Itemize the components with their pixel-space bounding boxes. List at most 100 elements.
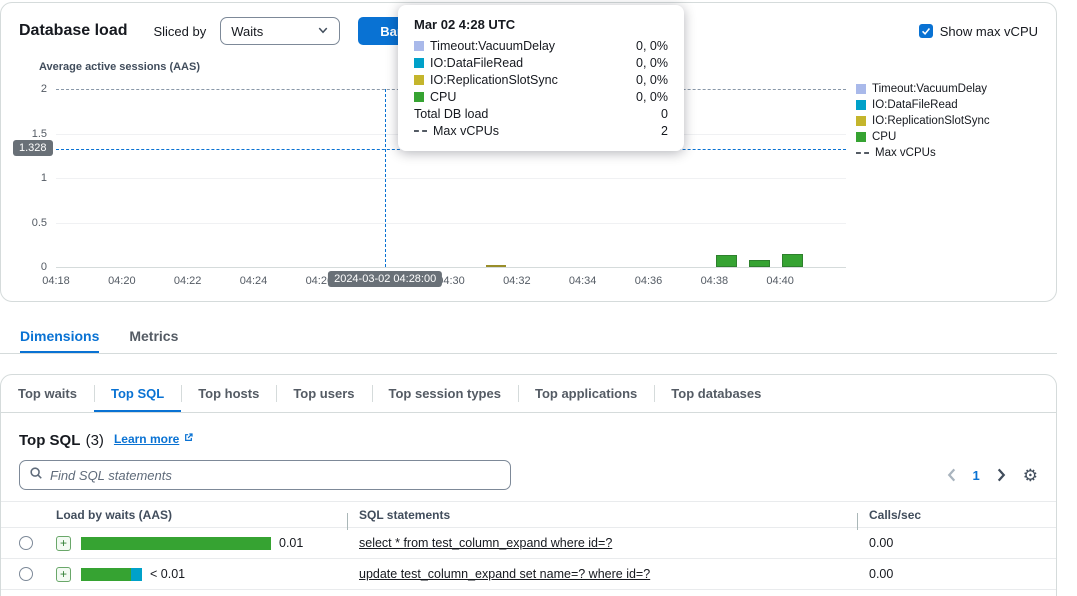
sql-search[interactable] (19, 460, 511, 490)
tab-top-session-types[interactable]: Top session types (371, 375, 518, 412)
expand-row-button[interactable]: + (56, 535, 71, 551)
x-axis-tick: 04:22 (173, 275, 202, 287)
load-bar-segment (131, 567, 142, 581)
legend-label: IO:ReplicationSlotSync (872, 115, 990, 127)
chart-bar[interactable] (716, 255, 737, 267)
sql-statement-link[interactable]: update test_column_expand set name=? whe… (359, 567, 650, 581)
tooltip-label: Total DB load (414, 107, 489, 121)
legend-swatch (856, 84, 866, 94)
load-bar-segment (81, 536, 271, 550)
next-page-button[interactable] (997, 468, 1006, 482)
top-sql-title: Top SQL (19, 432, 81, 449)
load-cell: +0.01 (39, 535, 347, 551)
sliced-by-value: Waits (231, 23, 264, 39)
legend-item[interactable]: Timeout:VacuumDelay (856, 83, 990, 95)
row-select-radio[interactable] (19, 536, 33, 550)
tab-top-databases[interactable]: Top databases (654, 375, 778, 412)
y-axis-tick: 1 (40, 172, 47, 184)
sql-cell: update test_column_expand set name=? whe… (347, 567, 857, 581)
tooltip-swatch (414, 92, 424, 102)
x-axis-tick: 04:40 (766, 275, 794, 287)
tooltip-label: IO:ReplicationSlotSync (430, 73, 558, 87)
column-header-load: Load by waits (AAS) (56, 507, 173, 522)
tab-dimensions[interactable]: Dimensions (20, 328, 99, 353)
gridline (56, 222, 846, 224)
current-page[interactable]: 1 (973, 468, 980, 483)
tooltip-value: 0, 0% (636, 73, 668, 87)
tooltip-swatch (414, 41, 424, 51)
tooltip-row: Total DB load 0 (414, 107, 668, 121)
tooltip-value: 2 (661, 124, 668, 138)
tooltip-row: CPU 0, 0% (414, 90, 668, 104)
legend-label: Timeout:VacuumDelay (872, 83, 988, 95)
tooltip-row: Max vCPUs 2 (414, 124, 668, 138)
column-header-calls: Calls/sec (857, 508, 1056, 530)
external-link-icon (183, 432, 194, 446)
tab-top-waits[interactable]: Top waits (1, 375, 94, 412)
expand-row-button[interactable]: + (56, 566, 71, 582)
chart-bar[interactable] (749, 259, 770, 267)
tab-top-applications[interactable]: Top applications (517, 375, 654, 412)
sql-cell: select * from test_column_expand where i… (347, 536, 857, 550)
load-bar-segment (81, 567, 131, 581)
tooltip-label: Timeout:VacuumDelay (430, 39, 556, 53)
calls-value: 0.00 (869, 536, 894, 550)
tooltip-label: CPU (430, 90, 457, 104)
tab-metrics[interactable]: Metrics (129, 328, 178, 353)
tooltip-title: Mar 02 4:28 UTC (414, 17, 516, 32)
y-axis-tick: 1.5 (31, 127, 47, 140)
legend-item[interactable]: CPU (856, 131, 990, 143)
chart-legend: Timeout:VacuumDelay IO:DataFileRead IO:Rep… (856, 83, 990, 163)
y-axis-tick: 0.5 (31, 216, 47, 229)
dimensions-panel: Top waits Top SQL Top hosts Top users Top se… (0, 374, 1057, 596)
legend-swatch (856, 100, 866, 110)
load-bar (81, 536, 271, 550)
show-max-vcpu-checkbox[interactable]: Show max vCPU (918, 24, 1038, 39)
tab-top-users[interactable]: Top users (276, 375, 371, 412)
calls-value: 0.00 (869, 567, 894, 581)
panel-title: Database load (19, 22, 128, 39)
legend-item[interactable]: Max vCPUs (856, 147, 990, 159)
x-axis-tick: 04:20 (108, 275, 136, 287)
gridline (56, 178, 846, 179)
column-header-sql: SQL statements (347, 508, 857, 530)
previous-page-button[interactable] (947, 468, 956, 482)
tab-top-hosts[interactable]: Top hosts (181, 375, 276, 412)
checkbox-checked-icon (918, 24, 933, 38)
legend-item[interactable]: IO:ReplicationSlotSync (856, 115, 990, 127)
chart-bar[interactable] (485, 265, 507, 268)
load-value: < 0.01 (150, 567, 186, 581)
settings-gear-icon[interactable]: ⚙ (1023, 467, 1038, 484)
tooltip-row: Timeout:VacuumDelay 0, 0% (414, 39, 668, 53)
legend-item[interactable]: IO:DataFileRead (856, 99, 990, 111)
crosshair-vertical (385, 89, 387, 267)
search-input[interactable] (50, 467, 501, 483)
crosshair-y-badge: 1.328 (13, 139, 53, 156)
section-tabs: Dimensions Metrics (0, 328, 1057, 354)
sliced-by-label: Sliced by (153, 23, 207, 39)
y-axis-tick: 2 (40, 83, 47, 95)
radio-cell (1, 567, 39, 581)
x-axis-tick: 04:24 (239, 275, 268, 287)
learn-more-label: Learn more (113, 432, 180, 446)
table-toolbar: 1 ⚙ (1, 454, 1056, 490)
tooltip-row: IO:DataFileRead 0, 0% (414, 56, 668, 70)
table-body: +0.01 select * from test_column_expand wh… (1, 528, 1056, 590)
tooltip-label: IO:DataFileRead (430, 56, 524, 70)
dashed-line-swatch (856, 152, 869, 154)
row-select-radio[interactable] (19, 567, 33, 581)
sql-statement-link[interactable]: select * from test_column_expand where i… (359, 536, 612, 550)
table-row: +0.01 select * from test_column_expand wh… (1, 528, 1056, 559)
performance-insights-page: Database load Sliced by Waits Bar Show m… (0, 0, 1077, 596)
x-axis-tick: 04:36 (634, 275, 663, 287)
x-axis-tick: 04:34 (568, 275, 597, 287)
database-load-panel: Database load Sliced by Waits Bar Show m… (0, 2, 1057, 302)
chart-bar[interactable] (782, 253, 803, 267)
sliced-by-select[interactable]: Waits (220, 17, 341, 45)
tab-top-sql[interactable]: Top SQL (93, 375, 181, 412)
top-sql-table: Load by waits (AAS) SQL statements Calls… (1, 501, 1056, 590)
learn-more-link[interactable]: Learn more (114, 432, 194, 446)
chevron-down-icon (317, 24, 329, 39)
dimension-tabs: Top waits Top SQL Top hosts Top users Top se… (1, 375, 1056, 413)
top-sql-header: Top SQL (3) Learn more (1, 413, 1056, 454)
